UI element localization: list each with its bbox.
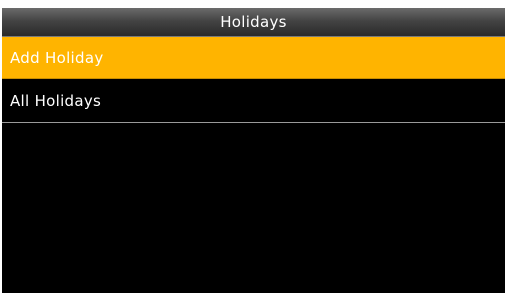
- menu-item-label: All Holidays: [10, 91, 102, 110]
- menu-item-label: Add Holiday: [10, 48, 104, 67]
- menu-item-all-holidays[interactable]: All Holidays: [2, 79, 505, 123]
- device-screen: Holidays Add Holiday All Holidays: [2, 8, 505, 293]
- holiday-menu-list: Add Holiday All Holidays: [2, 37, 505, 123]
- title-bar: Holidays: [2, 8, 505, 37]
- menu-item-add-holiday[interactable]: Add Holiday: [2, 37, 505, 79]
- page-title: Holidays: [220, 13, 287, 31]
